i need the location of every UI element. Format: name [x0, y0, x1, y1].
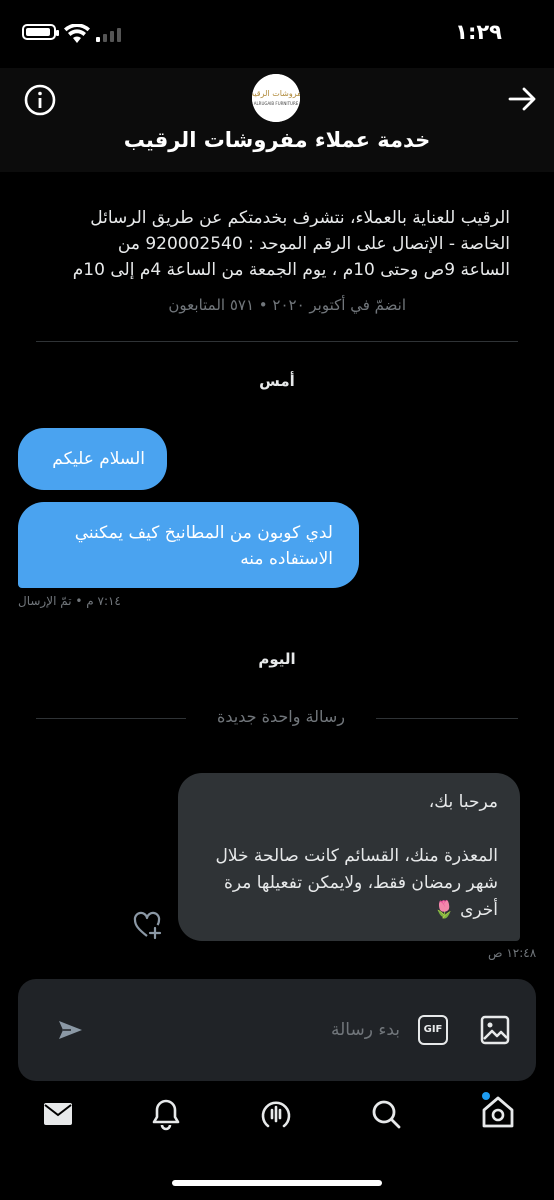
cellular-signal-icon: [96, 26, 122, 42]
search-tab-icon[interactable]: [368, 1096, 404, 1132]
back-arrow-icon[interactable]: [506, 84, 540, 114]
message-text: السلام عليكم: [52, 449, 145, 469]
battery-icon: [22, 24, 59, 40]
new-message-label: رسالة واحدة جديدة: [217, 707, 345, 726]
bio-line: الساعة 9ص وحتى 10م ، يوم الجمعة من الساع…: [72, 260, 510, 280]
new-message-divider: رسالة واحدة جديدة: [0, 707, 554, 729]
message-input[interactable]: [210, 1012, 400, 1048]
received-message-bubble[interactable]: مرحبا بك، المعذرة منك، القسائم كانت صالح…: [178, 773, 520, 941]
sent-status: ٧:١٤ م • تمّ الإرسال: [18, 594, 121, 608]
messages-tab-icon[interactable]: [40, 1096, 76, 1132]
message-text: لدي كوبون من المطانيخ كيف يمكنني الاستفا…: [74, 523, 333, 569]
received-time: ١٢:٤٨ ص: [488, 946, 537, 960]
spaces-tab-icon[interactable]: [258, 1096, 294, 1132]
wifi-icon: [64, 24, 90, 43]
info-icon[interactable]: [23, 83, 57, 117]
home-indicator: [172, 1180, 382, 1186]
status-bar: ١:٢٩: [0, 0, 554, 68]
gif-button[interactable]: GIF: [418, 1015, 448, 1045]
profile-bio: الرقيب للعناية بالعملاء، نتشرف بخدمتكم ع…: [40, 205, 510, 283]
bio-line: الرقيب للعناية بالعملاء، نتشرف بخدمتكم ع…: [90, 208, 510, 228]
sent-message-bubble[interactable]: لدي كوبون من المطانيخ كيف يمكنني الاستفا…: [18, 502, 359, 588]
image-icon[interactable]: [479, 1014, 511, 1046]
status-time: ١:٢٩: [455, 20, 502, 44]
page-title: خدمة عملاء مفروشات الرقيب: [123, 128, 431, 152]
home-tab-icon[interactable]: [478, 1090, 518, 1132]
notifications-tab-icon[interactable]: [148, 1096, 184, 1132]
date-label-yesterday: أمس: [259, 372, 295, 390]
send-icon[interactable]: [56, 1018, 84, 1042]
date-label-today: اليوم: [258, 650, 296, 668]
bio-line: الخاصة - الإتصال على الرقم الموحد : 9200…: [117, 234, 510, 254]
sent-message-bubble[interactable]: السلام عليكم: [18, 428, 167, 490]
divider: [36, 341, 518, 342]
joined-followers: انضمّ في أكتوبر ٢٠٢٠ • ٥٧١ المتابعون: [168, 296, 406, 314]
logo-text-latin: ALRUGAIB FURNITURE: [254, 101, 299, 106]
heart-plus-icon[interactable]: [132, 910, 164, 940]
logo-text-arabic: مفروشات الرقيب: [252, 89, 300, 98]
unread-dot: [482, 1092, 490, 1100]
avatar[interactable]: مفروشات الرقيب ALRUGAIB FURNITURE: [252, 74, 300, 122]
